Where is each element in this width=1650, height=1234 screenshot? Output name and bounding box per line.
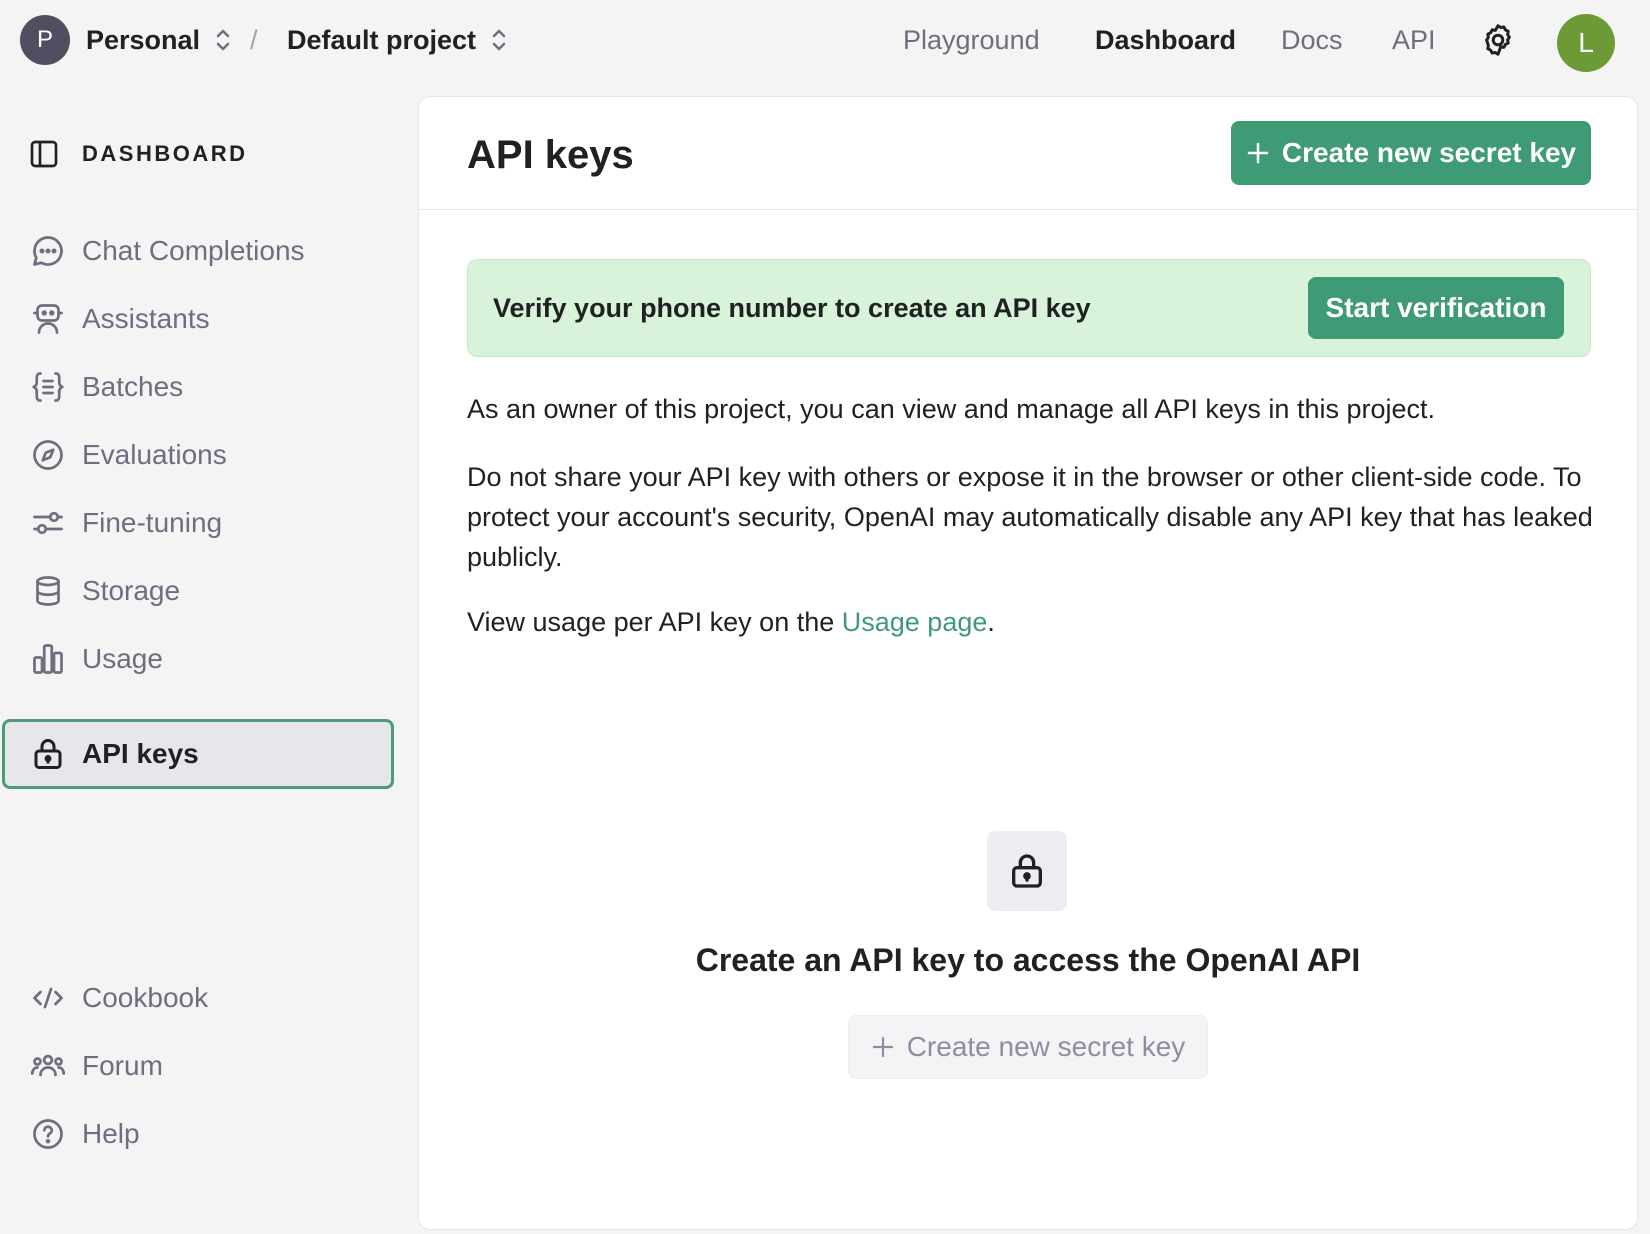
compass-icon [30, 437, 66, 473]
sidebar-item-api-keys[interactable]: API keys [2, 719, 394, 789]
usage-page-link[interactable]: Usage page [842, 607, 988, 637]
owner-info-text: As an owner of this project, you can vie… [467, 394, 1436, 424]
sidebar-item-chat-completions[interactable]: Chat Completions [2, 217, 394, 285]
usage-info-text: View usage per API key on the Usage page… [467, 602, 1597, 642]
bar-chart-icon [30, 641, 66, 677]
sidebar-item-usage[interactable]: Usage [2, 625, 394, 693]
sidebar-item-label: Chat Completions [82, 235, 305, 266]
sidebar-item-label: Evaluations [82, 439, 227, 470]
sidebar-item-cookbook[interactable]: Cookbook [2, 964, 394, 1032]
sidebar-item-assistants[interactable]: Assistants [2, 285, 394, 353]
top-bar: P Personal / Default project Playground … [0, 0, 1650, 82]
braces-list-icon [30, 369, 66, 405]
sidebar-item-label: Batches [82, 371, 184, 402]
start-verification-button[interactable]: Start verification [1308, 277, 1564, 339]
org-avatar[interactable]: P [20, 15, 70, 65]
chevron-up-down-icon [490, 27, 508, 53]
sidebar-item-label: Forum [82, 1050, 163, 1081]
sidebar-item-label: Cookbook [82, 982, 209, 1013]
sidebar-item-forum[interactable]: Forum [2, 1032, 394, 1100]
breadcrumb-separator: / [250, 25, 258, 55]
sidebar-heading-label: DASHBOARD [82, 141, 248, 166]
create-secret-key-label: Create new secret key [906, 1031, 1186, 1062]
create-secret-key-button-disabled[interactable]: Create new secret key [848, 1015, 1208, 1079]
main-panel: API keys Create new secret key Verify yo… [418, 96, 1638, 1230]
sidebar-item-label: Fine-tuning [82, 507, 223, 538]
plus-icon [871, 1035, 895, 1059]
sidebar: DASHBOARD Chat Completions Assistants Ba… [0, 82, 412, 1234]
page-title: API keys [467, 133, 634, 177]
nav-api[interactable]: API [1392, 22, 1436, 58]
sidebar-item-help[interactable]: Help [2, 1100, 394, 1168]
sidebar-item-label: Assistants [82, 303, 210, 334]
nav-docs[interactable]: Docs [1281, 22, 1343, 58]
user-avatar[interactable]: L [1557, 14, 1615, 72]
code-icon [30, 980, 66, 1016]
robot-icon [30, 301, 66, 337]
org-switcher[interactable]: Personal [86, 22, 232, 58]
empty-state-lock-icon [987, 831, 1067, 911]
sidebar-item-batches[interactable]: Batches [2, 353, 394, 421]
usage-info-suffix: . [987, 607, 995, 637]
verify-phone-banner: Verify your phone number to create an AP… [467, 259, 1591, 357]
sliders-icon [30, 505, 66, 541]
sidebar-item-storage[interactable]: Storage [2, 557, 394, 625]
sidebar-toggle-icon[interactable] [28, 138, 60, 170]
sidebar-item-label: API keys [82, 738, 199, 769]
chat-icon [30, 233, 66, 269]
sidebar-item-evaluations[interactable]: Evaluations [2, 421, 394, 489]
security-warning-text: Do not share your API key with others or… [467, 462, 1593, 572]
sidebar-item-label: Help [82, 1118, 140, 1149]
usage-info-prefix: View usage per API key on the [467, 607, 842, 637]
sidebar-item-label: Storage [82, 575, 181, 606]
page-header: API keys Create new secret key [419, 97, 1637, 210]
verify-phone-text: Verify your phone number to create an AP… [493, 293, 1091, 323]
nav-playground[interactable]: Playground [903, 22, 1040, 58]
people-icon [30, 1048, 66, 1084]
chevron-up-down-icon [214, 27, 232, 53]
sidebar-item-label: Usage [82, 643, 163, 674]
project-switcher[interactable]: Default project [287, 22, 508, 58]
create-secret-key-label: Create new secret key [1281, 137, 1577, 168]
org-name: Personal [86, 24, 201, 55]
create-secret-key-button[interactable]: Create new secret key [1231, 121, 1591, 185]
empty-state-title: Create an API key to access the OpenAI A… [695, 942, 1361, 978]
database-icon [30, 573, 66, 609]
help-icon [30, 1116, 66, 1152]
sidebar-item-fine-tuning[interactable]: Fine-tuning [2, 489, 394, 557]
gear-icon[interactable] [1480, 22, 1516, 58]
sidebar-heading: DASHBOARD [28, 137, 248, 171]
nav-dashboard[interactable]: Dashboard [1095, 22, 1236, 58]
lock-icon [30, 736, 66, 772]
plus-icon [1246, 141, 1270, 165]
project-name: Default project [287, 24, 477, 55]
